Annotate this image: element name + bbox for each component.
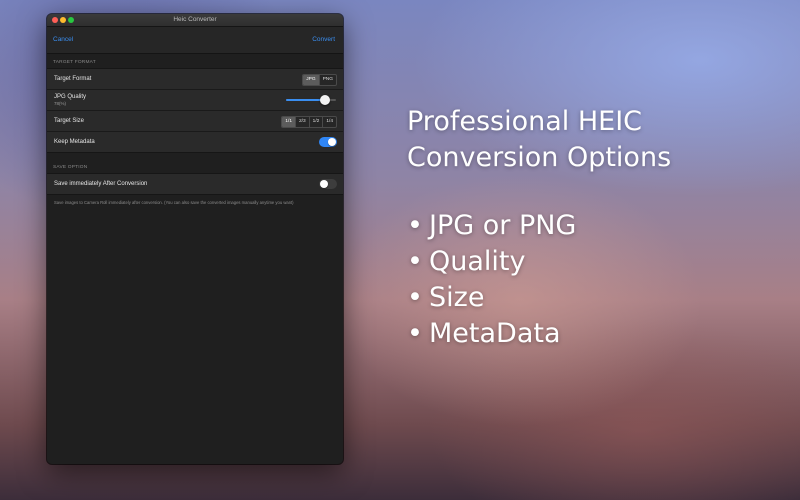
size-option-1-4[interactable]: 1/4 — [322, 117, 336, 127]
promo-feature-label: JPG or PNG — [429, 210, 577, 241]
size-segmented-control: 1/1 2/3 1/2 1/4 — [281, 116, 337, 128]
save-immediately-toggle[interactable] — [319, 179, 337, 189]
target-format-group: Target Format JPG PNG JPG Quality 78(%) … — [47, 68, 343, 153]
promo-feature-list: • JPG or PNG • Quality • Size • MetaData — [407, 208, 767, 352]
format-segmented-control: JPG PNG — [302, 74, 337, 86]
size-option-1-2[interactable]: 1/2 — [308, 117, 323, 127]
promo-heading-line-1: Professional HEIC — [407, 106, 643, 137]
section-header-save-option: SAVE OPTION — [53, 165, 88, 170]
toggle-knob — [328, 138, 336, 146]
target-format-row: Target Format JPG PNG — [47, 69, 343, 90]
keep-metadata-row: Keep Metadata — [47, 132, 343, 152]
convert-button[interactable]: Convert — [312, 27, 335, 53]
slider-thumb[interactable] — [320, 95, 330, 105]
window-title: Heic Converter — [173, 16, 217, 23]
desktop-background: Heic Converter Cancel Convert TARGET FOR… — [0, 0, 800, 500]
title-bar: Heic Converter — [47, 14, 343, 27]
bullet-icon: • — [407, 246, 423, 277]
keep-metadata-toggle[interactable] — [319, 137, 337, 147]
navigation-bar: Cancel Convert — [47, 27, 343, 54]
jpg-quality-label: JPG Quality — [54, 94, 87, 100]
save-immediately-label: Save immediately After Conversion — [54, 181, 148, 187]
bullet-icon: • — [407, 318, 423, 349]
promo-heading-line-2: Conversion Options — [407, 142, 672, 173]
format-option-jpg[interactable]: JPG — [303, 75, 319, 85]
app-window: Heic Converter Cancel Convert TARGET FOR… — [47, 14, 343, 464]
bullet-icon: • — [407, 210, 423, 241]
promo-feature-item: • MetaData — [407, 316, 767, 352]
keep-metadata-label: Keep Metadata — [54, 139, 95, 145]
save-immediately-row: Save immediately After Conversion — [47, 174, 343, 194]
size-option-2-3[interactable]: 2/3 — [294, 117, 309, 127]
promo-feature-item: • JPG or PNG — [407, 208, 767, 244]
target-size-row: Target Size 1/1 2/3 1/2 1/4 — [47, 111, 343, 132]
format-option-png[interactable]: PNG — [318, 75, 336, 85]
promo-feature-item: • Quality — [407, 244, 767, 280]
target-format-label: Target Format — [54, 76, 92, 82]
promo-feature-label: Size — [429, 282, 485, 313]
toggle-knob — [320, 180, 328, 188]
promo-feature-label: MetaData — [429, 318, 561, 349]
bullet-icon: • — [407, 282, 423, 313]
target-size-label: Target Size — [54, 118, 85, 124]
section-header-target-format: TARGET FORMAT — [53, 60, 96, 65]
save-option-group: Save immediately After Conversion — [47, 173, 343, 195]
promo-feature-item: • Size — [407, 280, 767, 316]
promo-feature-label: Quality — [429, 246, 526, 277]
cancel-button[interactable]: Cancel — [53, 27, 73, 53]
jpg-quality-value: 78(%) — [54, 101, 67, 106]
promo-heading: Professional HEIC Conversion Options — [407, 104, 767, 176]
size-option-1-1[interactable]: 1/1 — [282, 117, 295, 127]
jpg-quality-slider[interactable] — [286, 95, 336, 105]
promo-text-block: Professional HEIC Conversion Options • JP… — [407, 104, 767, 352]
save-option-footnote: Save images to Camera Roll immediately a… — [54, 200, 294, 205]
jpg-quality-row: JPG Quality 78(%) — [47, 90, 343, 111]
